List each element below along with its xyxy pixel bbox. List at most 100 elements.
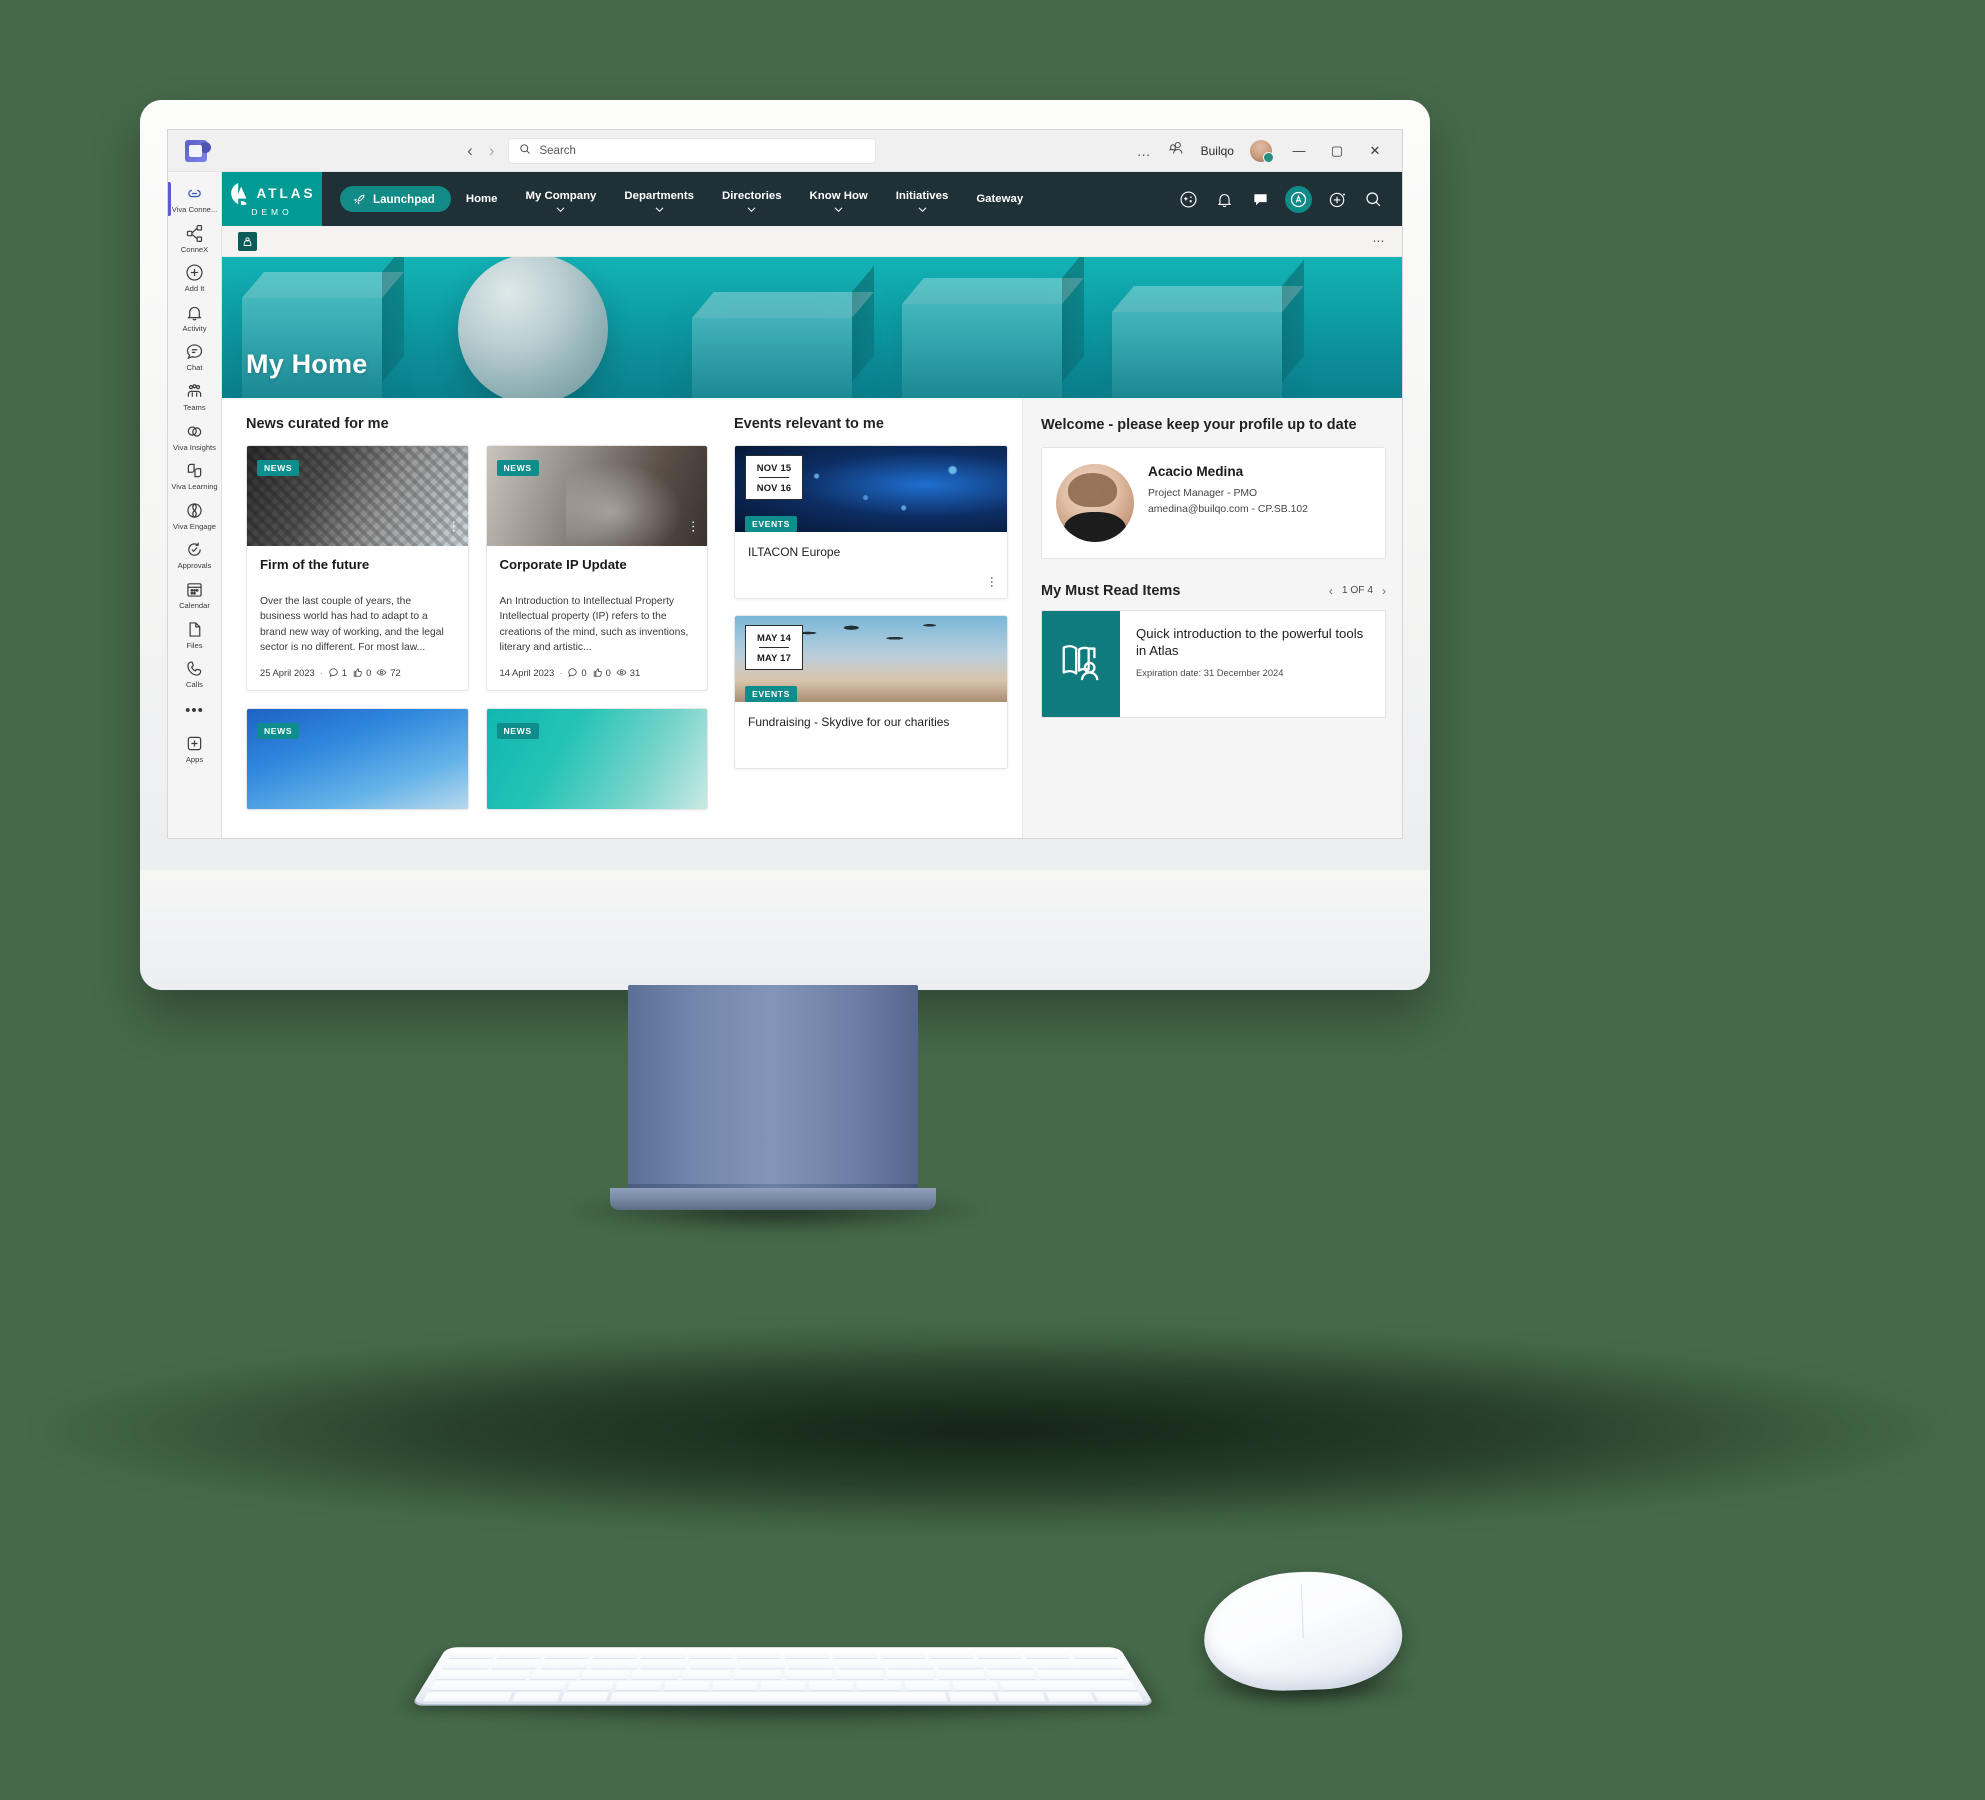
nav-item-gateway[interactable]: Gateway: [963, 189, 1036, 209]
key[interactable]: [491, 1660, 542, 1669]
event-card-menu-button[interactable]: ⋯: [985, 576, 999, 588]
key[interactable]: [935, 1670, 986, 1680]
key[interactable]: [712, 1681, 758, 1691]
sidebar-item-chat[interactable]: Chat: [168, 336, 222, 376]
sidebar-item-apps[interactable]: Apps: [168, 728, 222, 768]
key[interactable]: [640, 1660, 688, 1669]
nav-item-directories[interactable]: Directories: [709, 186, 795, 213]
key[interactable]: [789, 1660, 835, 1669]
bell-icon[interactable]: [1213, 188, 1235, 210]
key[interactable]: [784, 1650, 830, 1659]
key[interactable]: [435, 1670, 530, 1680]
key[interactable]: [1093, 1692, 1144, 1702]
prev-button[interactable]: ‹: [1329, 584, 1333, 598]
key[interactable]: [566, 1681, 614, 1691]
key[interactable]: [511, 1692, 561, 1702]
key[interactable]: [835, 1670, 884, 1680]
key[interactable]: [615, 1681, 662, 1691]
key[interactable]: [736, 1650, 782, 1659]
sidebar-item-calls[interactable]: Calls: [168, 653, 222, 693]
titlebar-overflow-button[interactable]: …: [1137, 143, 1152, 159]
close-button[interactable]: ✕: [1364, 143, 1386, 159]
nav-item-know-how[interactable]: Know How: [797, 186, 881, 213]
key[interactable]: [733, 1670, 782, 1680]
sidebar-item-viva-engage[interactable]: Viva Engage: [168, 495, 222, 535]
key[interactable]: [808, 1681, 854, 1691]
key[interactable]: [885, 1670, 935, 1680]
avatar[interactable]: [1249, 139, 1274, 163]
notification-person-icon[interactable]: [1168, 140, 1185, 162]
sidebar-item-add-it[interactable]: Add It: [168, 257, 222, 297]
nav-item-departments[interactable]: Departments: [611, 186, 707, 213]
atlas-brand[interactable]: ATLAS DEMO: [222, 172, 322, 226]
key[interactable]: [560, 1692, 609, 1702]
key[interactable]: [496, 1650, 545, 1659]
sidebar-item-viva-insights[interactable]: Viva Insights: [168, 416, 222, 456]
key[interactable]: [856, 1681, 903, 1691]
nav-item-home[interactable]: Home: [453, 189, 511, 209]
news-card-menu-button[interactable]: ⋯: [447, 520, 462, 534]
sparkle-circle-icon[interactable]: [1177, 188, 1199, 210]
sidebar-item-connex[interactable]: ConneX: [168, 218, 222, 258]
minimize-button[interactable]: —: [1288, 143, 1310, 158]
nav-item-my-company[interactable]: My Company: [513, 186, 610, 213]
comment-icon[interactable]: [1249, 188, 1271, 210]
key[interactable]: [590, 1660, 639, 1669]
key[interactable]: [631, 1670, 681, 1680]
key[interactable]: [688, 1650, 734, 1659]
key[interactable]: [429, 1681, 567, 1691]
key[interactable]: [448, 1650, 497, 1659]
search-input[interactable]: Search: [508, 137, 877, 164]
key[interactable]: [952, 1681, 1000, 1691]
sidebar-item-calendar[interactable]: Calendar: [168, 574, 222, 614]
key[interactable]: [640, 1650, 687, 1659]
nav-item-initiatives[interactable]: Initiatives: [883, 186, 962, 213]
news-card[interactable]: NEWS ⋯ Corporate IP Update An Introducti…: [485, 445, 708, 691]
key[interactable]: [529, 1670, 580, 1680]
atlas-assistant-icon[interactable]: [1285, 185, 1312, 213]
news-card[interactable]: NEWS: [485, 707, 708, 810]
key[interactable]: [879, 1650, 926, 1659]
key[interactable]: [760, 1681, 806, 1691]
sidebar-item-activity[interactable]: Activity: [168, 297, 222, 337]
key[interactable]: [974, 1650, 1022, 1659]
profile-card[interactable]: Acacio Medina Project Manager - PMO amed…: [1041, 446, 1386, 559]
key[interactable]: [832, 1650, 878, 1659]
key[interactable]: [1036, 1670, 1131, 1680]
sidebar-more-button[interactable]: •••: [185, 693, 204, 728]
key[interactable]: [1033, 1660, 1125, 1669]
key[interactable]: [580, 1670, 631, 1680]
key[interactable]: [886, 1660, 935, 1669]
key[interactable]: [999, 1681, 1137, 1691]
sidebar-item-approvals[interactable]: Approvals: [168, 534, 222, 574]
key[interactable]: [784, 1670, 833, 1680]
news-card-menu-button[interactable]: ⋯: [686, 520, 701, 534]
key[interactable]: [689, 1660, 737, 1669]
key[interactable]: [592, 1650, 639, 1659]
key[interactable]: [837, 1660, 885, 1669]
key[interactable]: [1045, 1692, 1095, 1702]
site-logo-icon[interactable]: [238, 231, 257, 251]
key[interactable]: [422, 1692, 513, 1702]
key[interactable]: [997, 1692, 1046, 1702]
maximize-button[interactable]: ▢: [1326, 143, 1348, 159]
keyboard[interactable]: [412, 1647, 1154, 1704]
key[interactable]: [927, 1650, 974, 1659]
key[interactable]: [541, 1660, 590, 1669]
key[interactable]: [935, 1660, 984, 1669]
key[interactable]: [1021, 1650, 1070, 1659]
news-card[interactable]: NEWS ⋯ Firm of the future Over the last …: [246, 445, 469, 691]
sidebar-item-files[interactable]: Files: [168, 614, 222, 654]
event-card[interactable]: MAY 14 MAY 17 EVENTS Fundraising - Skydi…: [734, 615, 1008, 769]
key[interactable]: [986, 1670, 1037, 1680]
key[interactable]: [663, 1681, 710, 1691]
forward-button[interactable]: ›: [489, 142, 495, 159]
key[interactable]: [984, 1660, 1034, 1669]
key[interactable]: [442, 1660, 493, 1669]
launchpad-button[interactable]: Launchpad: [340, 186, 451, 212]
next-button[interactable]: ›: [1382, 584, 1386, 598]
must-read-card[interactable]: Quick introduction to the powerful tools…: [1041, 609, 1386, 718]
sidebar-item-viva-learning[interactable]: Viva Learning: [168, 455, 222, 495]
mouse[interactable]: [1202, 1568, 1404, 1694]
add-circle-icon[interactable]: [1326, 188, 1348, 210]
